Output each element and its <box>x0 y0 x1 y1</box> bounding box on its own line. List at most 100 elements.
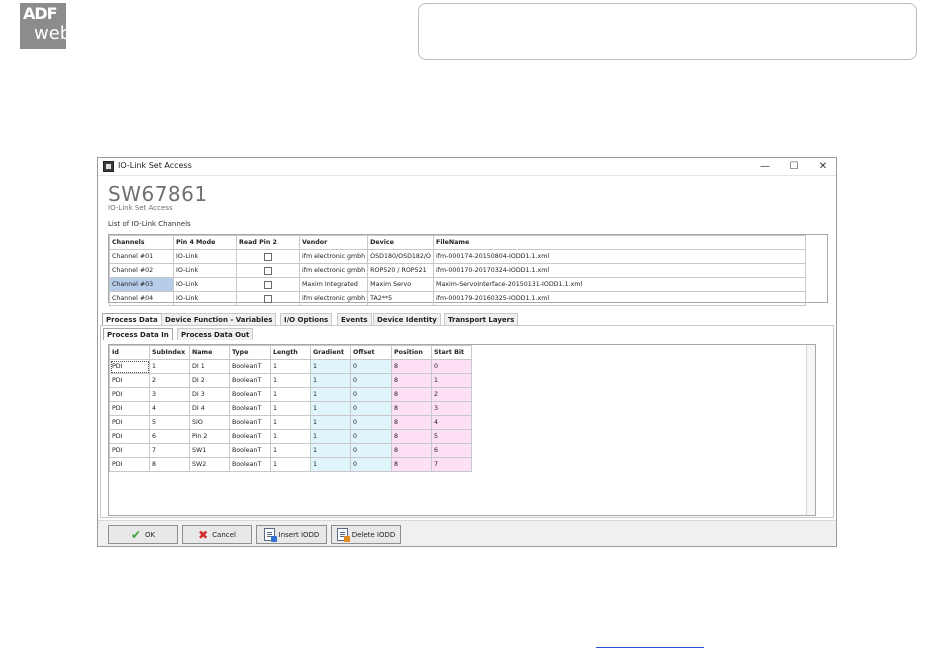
cell-type[interactable]: BooleanT <box>229 387 271 402</box>
process-data-row[interactable]: PDI 6 Pin 2 BooleanT 1 1 0 8 5 <box>109 429 472 444</box>
cell-type[interactable]: BooleanT <box>229 429 271 444</box>
cell-position[interactable]: 8 <box>391 429 432 444</box>
cell-offset[interactable]: 0 <box>350 359 392 374</box>
process-data-row[interactable]: PDI 7 SW1 BooleanT 1 1 0 8 6 <box>109 443 472 458</box>
channel-row[interactable]: Channel #02 IO-Link ifm electronic gmbh … <box>109 263 807 278</box>
col-pin4-mode[interactable]: Pin 4 Mode <box>173 235 237 250</box>
cell-name[interactable]: SW1 <box>189 443 230 458</box>
cell-offset[interactable]: 0 <box>350 415 392 430</box>
process-data-row[interactable]: PDI 8 SW2 BooleanT 1 1 0 8 7 <box>109 457 472 472</box>
cell-offset[interactable]: 0 <box>350 373 392 388</box>
insert-iodd-button[interactable]: Insert IODD <box>256 525 327 544</box>
cell-position[interactable]: 8 <box>391 443 432 458</box>
cell-gradient[interactable]: 1 <box>310 443 351 458</box>
col-start-bit[interactable]: Start Bit <box>431 345 472 360</box>
col-read-pin2[interactable]: Read Pin 2 <box>236 235 300 250</box>
tab-transport-layers[interactable]: Transport Layers <box>444 313 519 325</box>
cell-start-bit[interactable]: 1 <box>431 373 472 388</box>
cell-name[interactable]: DI 2 <box>189 373 230 388</box>
channel-mode[interactable]: IO-Link <box>173 249 237 264</box>
cell-name[interactable]: SW2 <box>189 457 230 472</box>
col-type[interactable]: Type <box>229 345 271 360</box>
cell-id[interactable]: PDI <box>109 373 150 388</box>
cell-start-bit[interactable]: 3 <box>431 401 472 416</box>
cell-gradient[interactable]: 1 <box>310 373 351 388</box>
cell-subindex[interactable]: 4 <box>149 401 190 416</box>
read-pin2-checkbox[interactable] <box>264 252 272 261</box>
tab-process-data-in[interactable]: Process Data In <box>103 328 173 340</box>
cell-gradient[interactable]: 1 <box>310 429 351 444</box>
cell-length[interactable]: 1 <box>270 387 311 402</box>
cell-subindex[interactable]: 2 <box>149 373 190 388</box>
cell-start-bit[interactable]: 2 <box>431 387 472 402</box>
tab-process-data[interactable]: Process Data <box>102 313 162 325</box>
channel-row[interactable]: Channel #04 IO-Link ifm electronic gmbh … <box>109 291 807 306</box>
col-filename[interactable]: FileName <box>433 235 807 250</box>
cell-id[interactable]: PDI <box>109 401 150 416</box>
tab-device-identity[interactable]: Device Identity <box>373 313 441 325</box>
cell-length[interactable]: 1 <box>270 443 311 458</box>
cell-type[interactable]: BooleanT <box>229 457 271 472</box>
channel-mode[interactable]: IO-Link <box>173 263 237 278</box>
cell-start-bit[interactable]: 5 <box>431 429 472 444</box>
cell-position[interactable]: 8 <box>391 359 432 374</box>
channel-row[interactable]: Channel #03 IO-Link Maxim Integrated Max… <box>109 277 807 292</box>
channel-mode[interactable]: IO-Link <box>173 291 237 306</box>
process-data-row[interactable]: PDI 1 DI 1 BooleanT 1 1 0 8 0 <box>109 359 472 374</box>
col-subindex[interactable]: SubIndex <box>149 345 190 360</box>
cell-start-bit[interactable]: 0 <box>431 359 472 374</box>
link-underline[interactable] <box>596 647 704 648</box>
cell-gradient[interactable]: 1 <box>310 359 351 374</box>
cell-id[interactable]: PDI <box>109 429 150 444</box>
close-button[interactable]: ✕ <box>814 159 832 174</box>
process-data-row[interactable]: PDI 5 SIO BooleanT 1 1 0 8 4 <box>109 415 472 430</box>
cell-subindex[interactable]: 1 <box>149 359 190 374</box>
cell-offset[interactable]: 0 <box>350 387 392 402</box>
cell-type[interactable]: BooleanT <box>229 373 271 388</box>
cell-id[interactable]: PDI <box>109 415 150 430</box>
cell-id[interactable]: PDI <box>109 457 150 472</box>
tab-process-data-out[interactable]: Process Data Out <box>177 328 254 340</box>
cell-start-bit[interactable]: 6 <box>431 443 472 458</box>
col-vendor[interactable]: Vendor <box>298 235 369 250</box>
cell-id[interactable]: PDI <box>109 359 150 374</box>
cell-length[interactable]: 1 <box>270 359 311 374</box>
read-pin2-cell[interactable] <box>236 291 300 306</box>
cell-position[interactable]: 8 <box>391 457 432 472</box>
cell-gradient[interactable]: 1 <box>310 457 351 472</box>
channel-name[interactable]: Channel #04 <box>109 291 174 306</box>
cell-length[interactable]: 1 <box>270 415 311 430</box>
cell-type[interactable]: BooleanT <box>229 401 271 416</box>
cell-subindex[interactable]: 8 <box>149 457 190 472</box>
col-gradient[interactable]: Gradient <box>310 345 351 360</box>
cell-name[interactable]: Pin 2 <box>189 429 230 444</box>
col-channels[interactable]: Channels <box>109 235 174 250</box>
tab-io-options[interactable]: I/O Options <box>280 313 333 325</box>
read-pin2-checkbox[interactable] <box>264 266 272 275</box>
cell-position[interactable]: 8 <box>391 387 432 402</box>
cancel-button[interactable]: ✖ Cancel <box>182 525 252 544</box>
cell-id[interactable]: PDI <box>109 387 150 402</box>
cell-length[interactable]: 1 <box>270 373 311 388</box>
cell-name[interactable]: SIO <box>189 415 230 430</box>
ok-button[interactable]: ✔ OK <box>108 525 178 544</box>
cell-subindex[interactable]: 5 <box>149 415 190 430</box>
read-pin2-checkbox[interactable] <box>264 294 272 303</box>
minimize-button[interactable]: — <box>756 159 774 174</box>
process-data-row[interactable]: PDI 4 DI 4 BooleanT 1 1 0 8 3 <box>109 401 472 416</box>
cell-position[interactable]: 8 <box>391 401 432 416</box>
cell-offset[interactable]: 0 <box>350 457 392 472</box>
cell-length[interactable]: 1 <box>270 429 311 444</box>
col-offset[interactable]: Offset <box>350 345 392 360</box>
tab-events[interactable]: Events <box>337 313 372 325</box>
cell-subindex[interactable]: 6 <box>149 429 190 444</box>
cell-gradient[interactable]: 1 <box>310 415 351 430</box>
cell-start-bit[interactable]: 4 <box>431 415 472 430</box>
col-id[interactable]: Id <box>109 345 150 360</box>
cell-type[interactable]: BooleanT <box>229 415 271 430</box>
cell-gradient[interactable]: 1 <box>310 387 351 402</box>
read-pin2-cell[interactable] <box>236 277 300 292</box>
cell-subindex[interactable]: 7 <box>149 443 190 458</box>
read-pin2-cell[interactable] <box>236 263 300 278</box>
col-device[interactable]: Device <box>367 235 435 250</box>
